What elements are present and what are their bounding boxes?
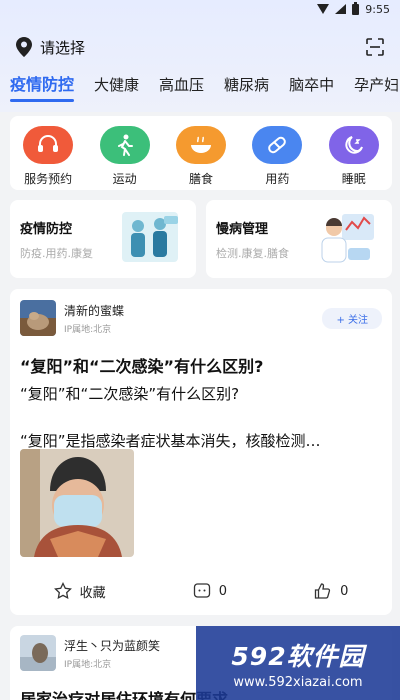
watermark-brand: 592软件园 [231, 641, 365, 671]
author-ip: IP属地:北京 [64, 659, 112, 670]
moon-icon [328, 126, 379, 164]
author-ip: IP属地:北京 [64, 324, 112, 335]
battery-icon [352, 1, 360, 15]
comment-action[interactable]: 0 [193, 582, 227, 600]
author-name[interactable]: 清新的蜜蝶 [64, 302, 124, 319]
tab-maternal[interactable]: 孕产妇 [354, 74, 399, 96]
status-bar: 9:55 [0, 0, 400, 18]
post-card[interactable]: 清新的蜜蝶 IP属地:北京 + 关注 “复阳”和“二次感染”有什么区别? “复阳… [10, 289, 392, 615]
service-label: 用药 [265, 172, 290, 186]
promo-chronic[interactable]: 慢病管理 检测.康复.膳食 [206, 200, 392, 278]
tab-diabetes[interactable]: 糖尿病 [224, 74, 269, 96]
doctor-illustration [321, 214, 374, 263]
service-exercise[interactable]: 运动 [93, 126, 157, 187]
follow-button[interactable]: + 关注 [322, 307, 382, 329]
post-summary: “复阳”是指感染者症状基本消失，核酸检测… [20, 432, 321, 450]
location-bar: 请选择 [0, 30, 400, 64]
service-label: 膳食 [188, 172, 213, 186]
location-pin-icon[interactable] [16, 37, 32, 57]
service-label: 睡眠 [341, 172, 366, 186]
tab-epidemic[interactable]: 疫情防控 [10, 74, 75, 102]
location-selector[interactable]: 请选择 [40, 37, 85, 58]
like-count: 0 [340, 583, 349, 599]
status-time: 9:55 [365, 2, 390, 16]
service-label: 服务预约 [24, 172, 73, 186]
comment-count: 0 [218, 583, 227, 599]
service-medication[interactable]: 用药 [245, 126, 309, 187]
post-actions: 收藏 0 0 [10, 579, 392, 603]
thumbs-up-icon [314, 583, 331, 599]
service-appointment[interactable]: 服务预约 [16, 126, 80, 187]
doctors-illustration [122, 212, 178, 262]
tab-hypertension[interactable]: 高血压 [159, 74, 204, 96]
avatar[interactable] [20, 300, 56, 336]
signal-icon [335, 4, 347, 14]
promo-row: 疫情防控 防疫.用药.康复 慢病管理 检测.康复.膳食 [10, 200, 392, 278]
wifi-icon [317, 4, 330, 14]
favorite-label: 收藏 [79, 585, 106, 601]
post-photo[interactable] [20, 449, 134, 557]
walking-icon [99, 126, 150, 164]
services-card: 服务预约 运动 膳食 用药 睡眠 [10, 116, 392, 190]
scan-icon[interactable] [366, 38, 384, 56]
watermark-url: www.592xiazai.com [233, 674, 363, 690]
like-action[interactable]: 0 [314, 582, 348, 600]
post-subtitle: “复阳”和“二次感染”有什么区别? [20, 385, 240, 403]
service-sleep[interactable]: 睡眠 [322, 126, 386, 187]
comment-icon [193, 583, 210, 598]
tab-stroke[interactable]: 脑卒中 [289, 74, 334, 96]
author-name[interactable]: 浮生丶只为蓝颜笑 [64, 637, 160, 654]
star-icon [53, 582, 72, 599]
service-label: 运动 [112, 172, 137, 186]
promo-epidemic[interactable]: 疫情防控 防疫.用药.康复 [10, 200, 196, 278]
service-diet[interactable]: 膳食 [169, 126, 233, 187]
bowl-icon [175, 126, 226, 164]
category-tabs: 疫情防控 大健康 高血压 糖尿病 脑卒中 孕产妇 [0, 74, 400, 108]
tab-health[interactable]: 大健康 [94, 74, 139, 96]
post-title[interactable]: “复阳”和“二次感染”有什么区别? [20, 353, 382, 377]
favorite-action[interactable]: 收藏 [53, 582, 106, 601]
headset-icon [23, 126, 74, 164]
post-author: 清新的蜜蝶 IP属地:北京 + 关注 [20, 299, 382, 337]
watermark: 592软件园 www.592xiazai.com [196, 626, 400, 700]
pill-icon [252, 126, 303, 164]
avatar[interactable] [20, 635, 56, 671]
